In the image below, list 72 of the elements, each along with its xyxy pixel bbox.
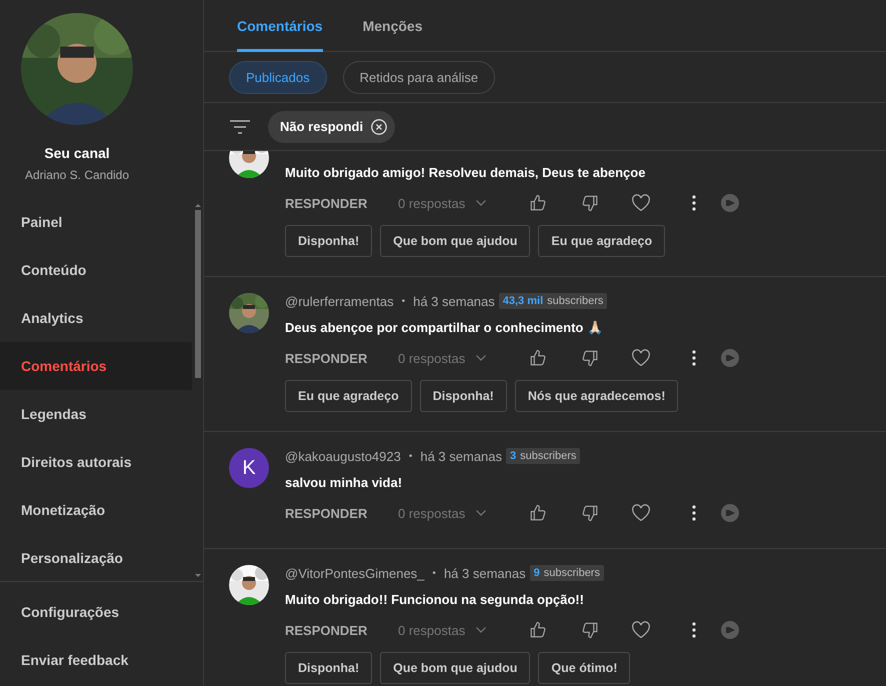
suggested-reply-button[interactable]: Disponha!	[420, 380, 507, 412]
more-icon[interactable]	[692, 622, 696, 638]
thumbs-down-icon[interactable]	[581, 504, 599, 522]
sidebar-item[interactable]: Painel	[0, 198, 192, 246]
subscriber-label: subscribers	[544, 567, 600, 579]
subscriber-count: 9	[534, 567, 540, 579]
filter-chip[interactable]: Retidos para análise	[342, 60, 496, 94]
thumbs-up-icon[interactable]	[529, 194, 547, 212]
suggested-reply-button[interactable]: Que ótimo!	[538, 652, 630, 684]
suggested-reply-button[interactable]: Nós que agradecemos!	[514, 380, 678, 412]
comment-time: há 3 semanas	[444, 566, 526, 580]
chevron-down-icon[interactable]	[476, 627, 486, 633]
comment-time: há 3 semanas	[420, 448, 502, 464]
suggested-reply-button[interactable]: Disponha!	[285, 652, 372, 684]
sidebar-item[interactable]: Conteúdo	[0, 246, 192, 294]
reply-button[interactable]: RESPONDER	[285, 196, 398, 210]
sidebar-item[interactable]: Configurações	[0, 588, 203, 636]
separator-dot: •	[432, 568, 436, 578]
subscriber-count: 3	[510, 450, 516, 462]
filter-chip[interactable]: Não respondi	[268, 110, 396, 142]
sidebar-item[interactable]: Personalização	[0, 534, 192, 582]
reply-button[interactable]: RESPONDER	[285, 506, 398, 520]
more-icon[interactable]	[692, 350, 696, 366]
chevron-down-icon[interactable]	[476, 355, 486, 361]
suggested-reply-button[interactable]: Eu que agradeço	[285, 380, 412, 412]
separator-dot: •	[408, 450, 412, 462]
sidebar-item[interactable]: Enviar feedback	[0, 636, 203, 684]
user-avatar[interactable]: K	[229, 448, 269, 488]
comment-author[interactable]: @kakoaugusto4923	[285, 448, 401, 464]
thumbs-down-icon[interactable]	[581, 621, 599, 639]
heart-icon[interactable]	[631, 504, 651, 522]
sidebar-item[interactable]: Comentários	[0, 342, 192, 390]
filter-chip[interactable]: Publicados	[229, 60, 327, 94]
sidebar-item[interactable]: Legendas	[0, 390, 192, 438]
suggested-reply-button[interactable]: Que bom que ajudou	[380, 652, 530, 684]
comment-author[interactable]: @VitorPontesGimenes_	[285, 566, 424, 580]
sidebar-item[interactable]: Monetização	[0, 486, 192, 534]
subscriber-label: subscribers	[547, 295, 604, 307]
heart-icon[interactable]	[631, 621, 651, 639]
suggested-reply-button[interactable]: Que bom que ajudou	[380, 225, 530, 257]
comment-text: Muito obrigado amigo! Resolveu demais, Deus te abençoe	[285, 164, 646, 182]
channel-name: Adriano S. Candido	[24, 168, 130, 182]
thumbs-up-icon[interactable]	[529, 504, 547, 522]
heart-icon[interactable]	[631, 194, 651, 212]
heart-icon[interactable]	[631, 349, 651, 367]
suggested-reply-button[interactable]: Disponha!	[285, 225, 372, 257]
thumbs-down-icon[interactable]	[581, 194, 599, 212]
subscriber-label: subscribers	[520, 450, 576, 462]
chevron-down-icon[interactable]	[476, 200, 486, 206]
comment-text: Deus abençoe por compartilhar o conhecimento 🙏🏻	[285, 318, 604, 337]
thumbs-down-icon[interactable]	[581, 349, 599, 367]
comment-author[interactable]: @rulerferramentas	[285, 294, 394, 308]
thumbs-up-icon[interactable]	[529, 349, 547, 367]
chevron-down-icon[interactable]	[476, 510, 486, 516]
reply-button[interactable]: RESPONDER	[285, 350, 398, 366]
comment-text: salvou minha vida!	[285, 474, 404, 492]
more-icon[interactable]	[692, 505, 696, 521]
separator-dot: •	[402, 296, 406, 306]
tab[interactable]: Comentários	[237, 0, 323, 52]
reply-button[interactable]: RESPONDER	[285, 622, 398, 638]
thumbs-up-icon[interactable]	[529, 621, 547, 639]
suggested-reply-button[interactable]: Eu que agradeço	[538, 225, 666, 257]
comment-text: Muito obrigado!! Funcionou na segunda opção!!	[285, 590, 585, 609]
close-icon[interactable]	[371, 118, 388, 134]
filter-icon[interactable]	[230, 120, 250, 134]
comment-time: há 3 semanas	[413, 294, 495, 308]
sidebar-item[interactable]: Analytics	[0, 294, 192, 342]
tab[interactable]: Menções	[362, 0, 422, 52]
channel-title: Seu canal	[43, 145, 111, 161]
more-icon[interactable]	[692, 195, 696, 211]
sidebar-item[interactable]: Direitos autorais	[0, 438, 192, 486]
subscriber-count: 43,3 mil	[502, 295, 544, 307]
